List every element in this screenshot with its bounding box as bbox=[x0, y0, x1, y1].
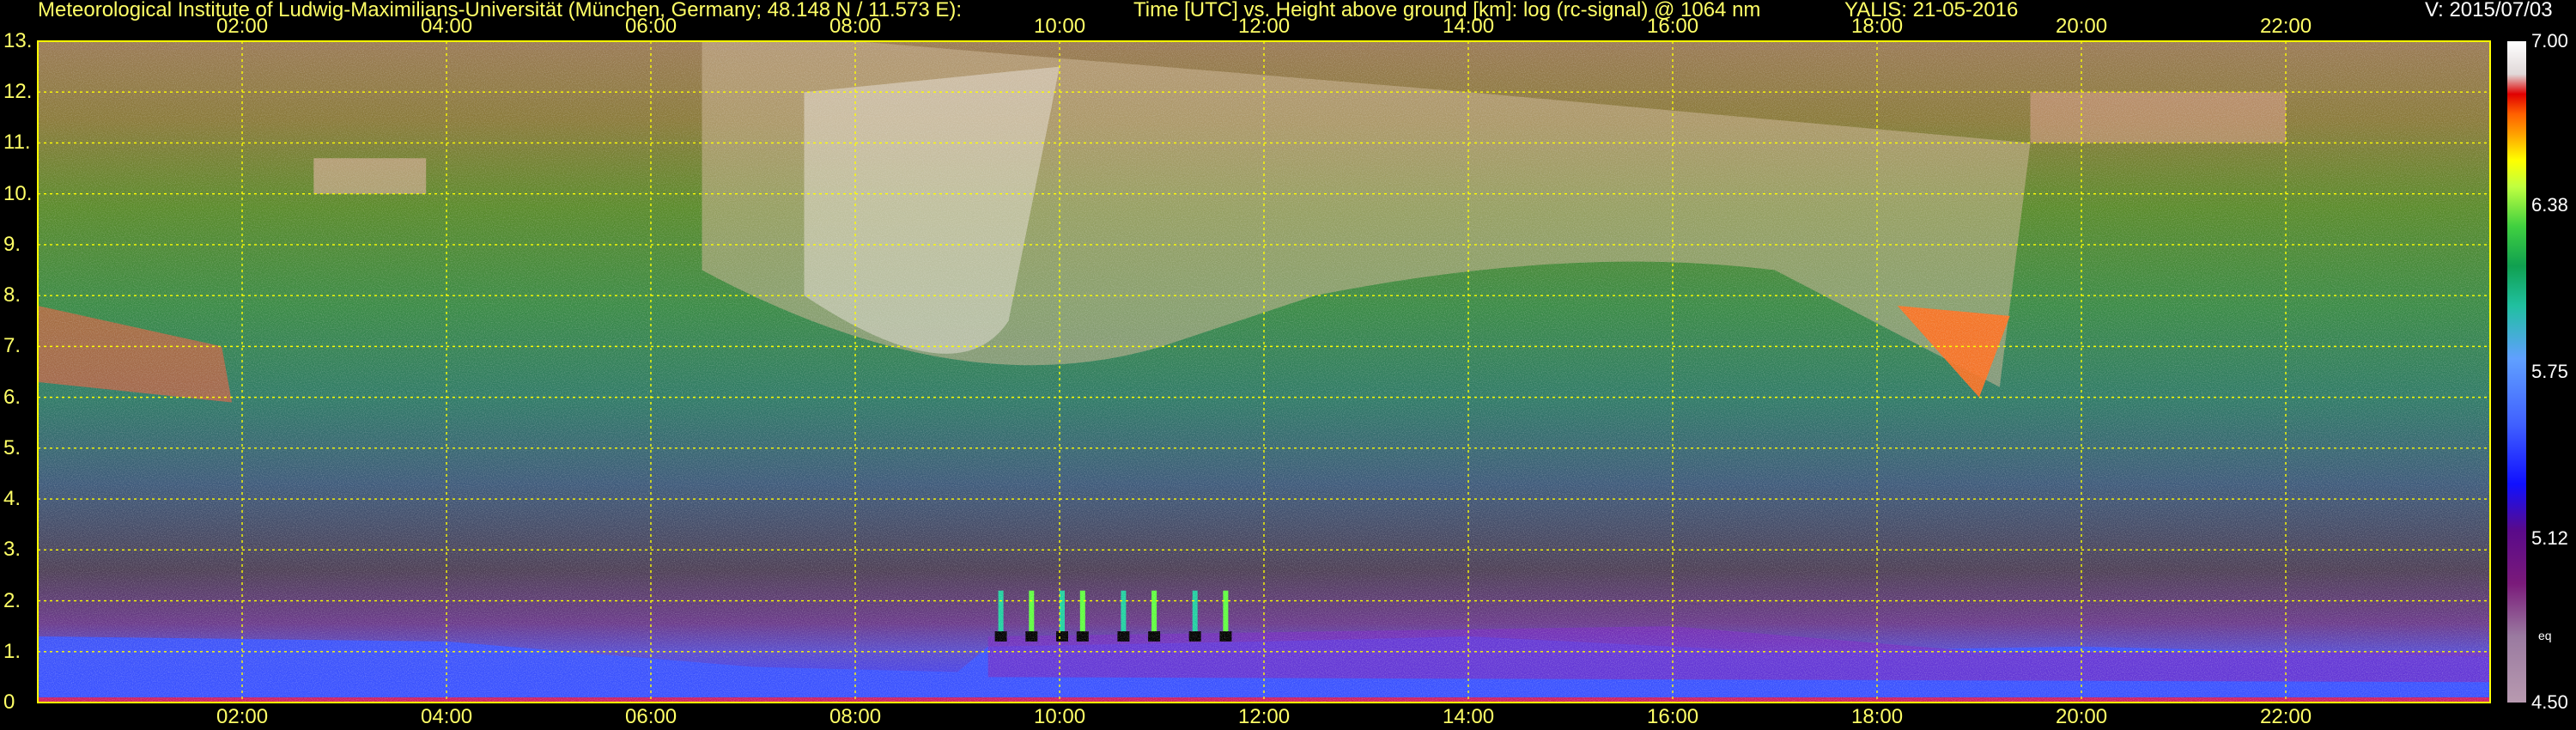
y-tick-label: 0 bbox=[3, 690, 15, 714]
colorbar-tick-label: 5.75 bbox=[2531, 361, 2568, 382]
colorbar-tick-label: 6.38 bbox=[2531, 193, 2568, 216]
x-tick-label-bottom: 06:00 bbox=[625, 705, 677, 728]
x-tick-label-top: 08:00 bbox=[829, 15, 882, 38]
lidar-backscatter-chart bbox=[37, 40, 2526, 703]
x-tick-label-top: 12:00 bbox=[1238, 15, 1291, 38]
y-tick-label: 6. bbox=[3, 385, 21, 409]
x-tick-label-bottom: 20:00 bbox=[2056, 705, 2108, 728]
y-tick-label: 13. bbox=[3, 29, 33, 52]
colorbar bbox=[2507, 41, 2526, 703]
y-tick-label: 5. bbox=[3, 435, 21, 459]
colorbar-tick-label: 7.00 bbox=[2531, 30, 2568, 52]
x-tick-label-bottom: 22:00 bbox=[2260, 705, 2312, 728]
x-tick-label-bottom: 04:00 bbox=[421, 705, 473, 728]
x-tick-label-bottom: 02:00 bbox=[216, 705, 269, 728]
y-tick-label: 2. bbox=[3, 588, 21, 612]
x-tick-label-bottom: 10:00 bbox=[1034, 705, 1086, 728]
x-tick-label-bottom: 16:00 bbox=[1647, 705, 1699, 728]
x-tick-label-bottom: 14:00 bbox=[1443, 705, 1495, 728]
y-tick-label: 11. bbox=[3, 131, 31, 155]
x-tick-label-top: 02:00 bbox=[216, 15, 269, 38]
x-tick-label-top: 16:00 bbox=[1647, 15, 1699, 38]
x-tick-label-top: 10:00 bbox=[1034, 15, 1086, 38]
x-tick-label-top: 04:00 bbox=[421, 15, 473, 38]
y-tick-label: 1. bbox=[3, 639, 21, 663]
y-tick-label: 3. bbox=[3, 538, 21, 562]
colorbar-unit-label: eq bbox=[2538, 629, 2552, 642]
y-tick-label: 9. bbox=[3, 232, 21, 256]
y-tick-label: 8. bbox=[3, 283, 21, 307]
y-tick-label: 7. bbox=[3, 334, 21, 358]
x-tick-label-top: 18:00 bbox=[1851, 15, 1904, 38]
x-tick-label-top: 20:00 bbox=[2056, 15, 2108, 38]
colorbar-tick-label: 5.12 bbox=[2531, 527, 2568, 550]
x-tick-label-bottom: 18:00 bbox=[1851, 705, 1904, 728]
colorbar-tick-label: 4.50 bbox=[2531, 691, 2568, 713]
y-tick-label: 12. bbox=[3, 80, 33, 104]
x-tick-label-top: 22:00 bbox=[2260, 15, 2312, 38]
y-tick-label: 10. bbox=[3, 181, 33, 205]
x-tick-label-bottom: 08:00 bbox=[829, 705, 882, 728]
x-tick-label-top: 14:00 bbox=[1443, 15, 1495, 38]
x-tick-label-bottom: 12:00 bbox=[1238, 705, 1291, 728]
y-tick-label: 4. bbox=[3, 487, 21, 511]
x-tick-label-top: 06:00 bbox=[625, 15, 677, 38]
